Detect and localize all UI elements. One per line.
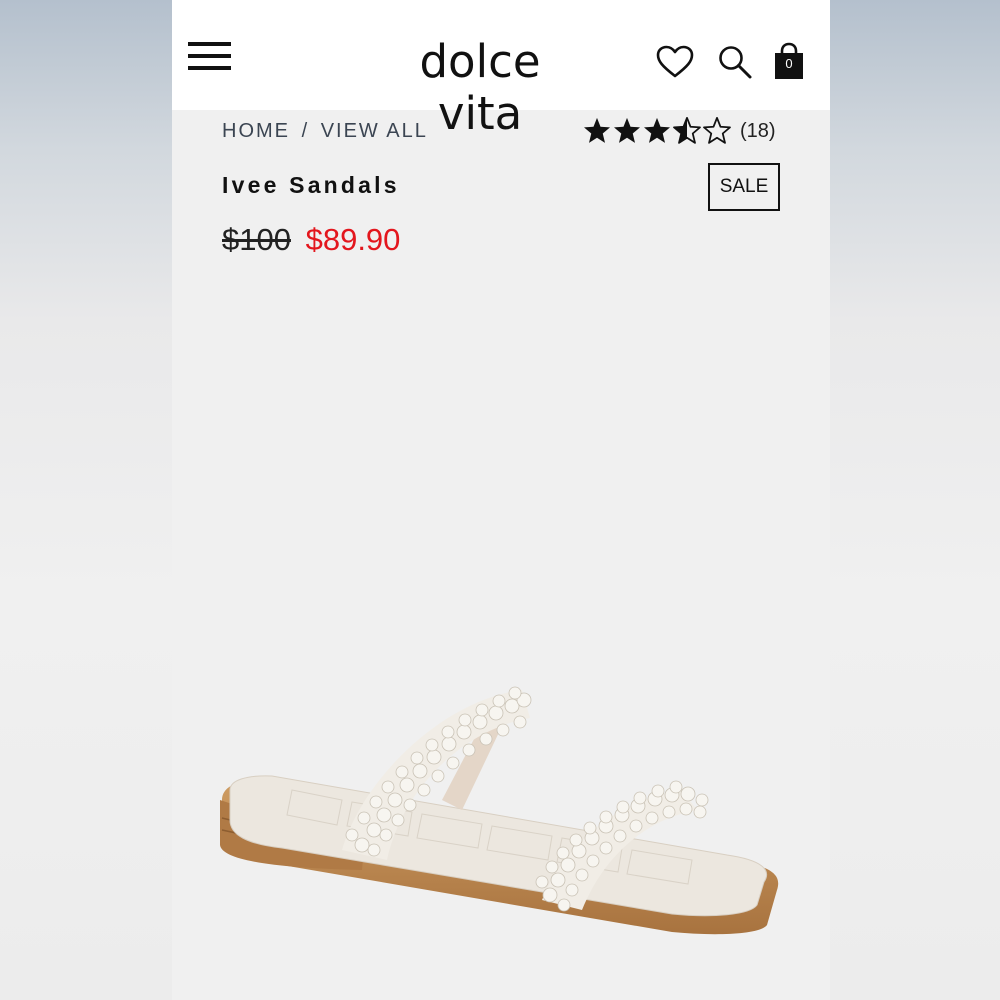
right-blurred-background <box>828 0 1000 1000</box>
star-full-icon <box>614 117 640 143</box>
breadcrumb-view-all-link[interactable]: VIEW ALL <box>321 120 428 142</box>
cart-count-badge: 0 <box>785 56 793 71</box>
search-icon[interactable] <box>717 44 753 80</box>
pearl-sandal-image[interactable] <box>212 660 792 960</box>
phone-screen: dolce vita 0 HOME / VIEW ALL (18) Ivee S… <box>172 0 830 1000</box>
site-header: dolce vita 0 <box>172 0 830 140</box>
star-full-icon <box>584 117 610 143</box>
product-title: Ivee Sandals <box>222 172 400 198</box>
review-count[interactable]: (18) <box>740 120 776 143</box>
shopping-bag-icon[interactable]: 0 <box>772 42 806 80</box>
left-blurred-background <box>0 0 172 1000</box>
hamburger-menu-icon[interactable] <box>188 42 232 72</box>
breadcrumb: HOME / VIEW ALL <box>222 120 428 143</box>
star-full-icon <box>644 117 670 143</box>
product-rating[interactable]: (18) <box>582 114 776 148</box>
sale-price: $89.90 <box>305 222 401 257</box>
price-row: $100 $89.90 <box>222 222 400 258</box>
sale-badge: SALE <box>708 163 780 211</box>
star-half-icon <box>673 117 701 144</box>
original-price: $100 <box>222 222 291 257</box>
star-empty-icon <box>703 117 731 144</box>
breadcrumb-home-link[interactable]: HOME <box>222 120 290 142</box>
breadcrumb-separator: / <box>301 120 310 142</box>
wishlist-heart-icon[interactable] <box>656 44 694 80</box>
